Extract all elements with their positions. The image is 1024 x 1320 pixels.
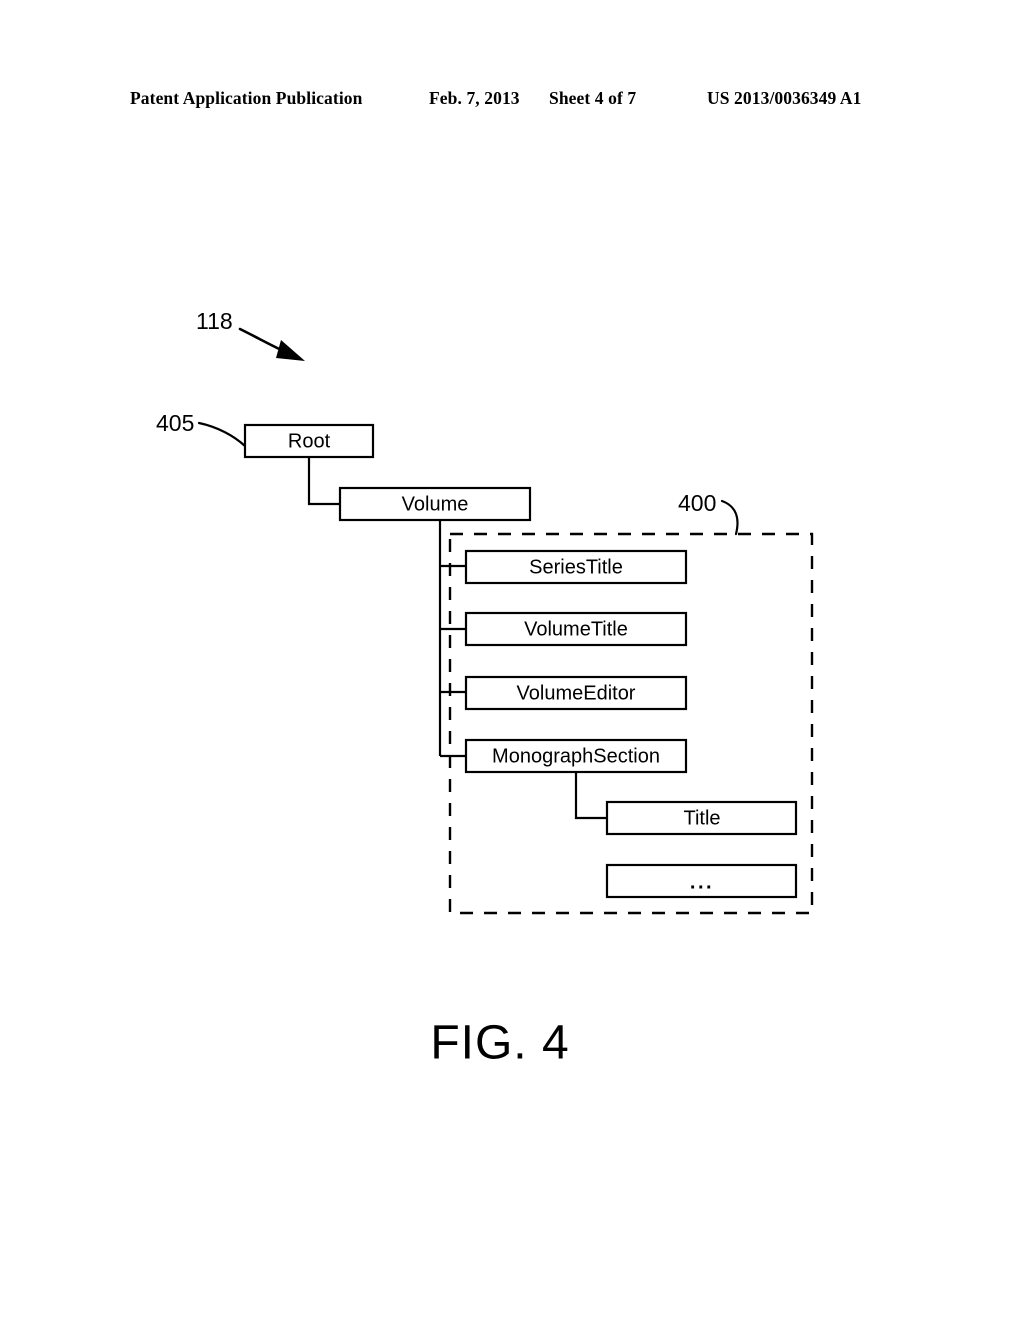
node-volume-title-label: VolumeTitle: [524, 618, 628, 640]
node-volume-label: Volume: [402, 493, 469, 515]
reference-118-arrowhead: [276, 340, 305, 361]
node-series-title-label: SeriesTitle: [529, 556, 623, 578]
node-ellipsis[interactable]: ...: [605, 863, 798, 899]
reference-405-leader: [197, 421, 247, 448]
node-ellipsis-label: ...: [690, 871, 714, 893]
reference-label-118: 118: [196, 308, 233, 334]
node-root[interactable]: Root: [243, 423, 375, 459]
node-volume-title[interactable]: VolumeTitle: [464, 611, 688, 647]
root-reference-405: 405: [156, 410, 247, 448]
connector-volume-to-children: [438, 519, 466, 758]
node-title-label: Title: [683, 807, 720, 829]
hierarchy-tree-svg: 118 405 400 Root Volume SeriesTitle Volu…: [156, 308, 814, 1070]
figure-caption: FIG. 4: [430, 1017, 569, 1070]
node-volume-editor-label: VolumeEditor: [517, 682, 636, 704]
diagram-reference-118: 118: [196, 308, 305, 361]
reference-label-405: 405: [156, 410, 194, 436]
figure-4-diagram: 118 405 400 Root Volume SeriesTitle Volu…: [0, 0, 1024, 1320]
group-400-dashed-boundary: [448, 532, 814, 915]
node-volume[interactable]: Volume: [338, 486, 532, 522]
node-title[interactable]: Title: [605, 800, 798, 836]
connector-monograph-to-title: [574, 771, 607, 820]
node-monograph-section-label: MonographSection: [492, 745, 660, 767]
connector-root-to-volume: [307, 457, 340, 506]
node-monograph-section[interactable]: MonographSection: [464, 738, 688, 774]
reference-label-400: 400: [678, 490, 716, 516]
node-root-label: Root: [288, 430, 331, 452]
node-volume-editor[interactable]: VolumeEditor: [464, 675, 688, 711]
node-series-title[interactable]: SeriesTitle: [464, 549, 688, 585]
reference-400-leader: [720, 499, 739, 536]
